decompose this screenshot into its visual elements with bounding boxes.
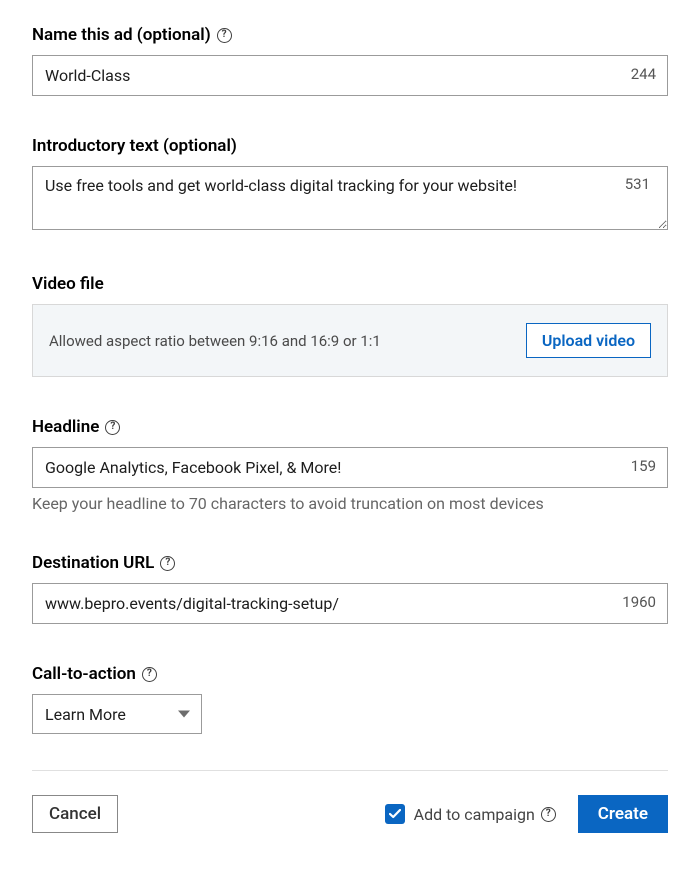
cta-select[interactable]: Learn More <box>32 694 202 734</box>
destination-url-input[interactable] <box>32 583 668 624</box>
help-icon[interactable]: ? <box>217 28 232 43</box>
add-to-campaign-checkbox[interactable] <box>385 804 405 824</box>
cancel-button[interactable]: Cancel <box>32 795 118 833</box>
create-button[interactable]: Create <box>578 795 668 833</box>
cta-label: Call-to-action <box>32 664 136 684</box>
ad-name-label: Name this ad (optional) <box>32 25 211 45</box>
headline-label: Headline <box>32 417 99 437</box>
ad-name-input[interactable] <box>32 55 668 96</box>
help-icon[interactable]: ? <box>541 807 556 822</box>
video-upload-box: Allowed aspect ratio between 9:16 and 16… <box>32 304 668 377</box>
help-icon[interactable]: ? <box>160 556 175 571</box>
add-to-campaign-label: Add to campaign <box>414 805 535 824</box>
intro-text-counter: 531 <box>625 175 650 193</box>
video-file-label: Video file <box>32 274 104 294</box>
divider <box>32 770 668 771</box>
video-hint-text: Allowed aspect ratio between 9:16 and 16… <box>49 332 381 350</box>
help-icon[interactable]: ? <box>105 420 120 435</box>
headline-helper: Keep your headline to 70 characters to a… <box>32 494 668 513</box>
intro-text-label: Introductory text (optional) <box>32 136 237 156</box>
help-icon[interactable]: ? <box>142 667 157 682</box>
checkmark-icon <box>389 809 401 819</box>
destination-url-counter: 1960 <box>622 593 656 611</box>
intro-text-input[interactable] <box>32 166 668 230</box>
upload-video-button[interactable]: Upload video <box>526 323 651 358</box>
ad-name-counter: 244 <box>631 65 656 83</box>
destination-url-label: Destination URL <box>32 553 154 573</box>
headline-input[interactable] <box>32 447 668 488</box>
headline-counter: 159 <box>631 457 656 475</box>
